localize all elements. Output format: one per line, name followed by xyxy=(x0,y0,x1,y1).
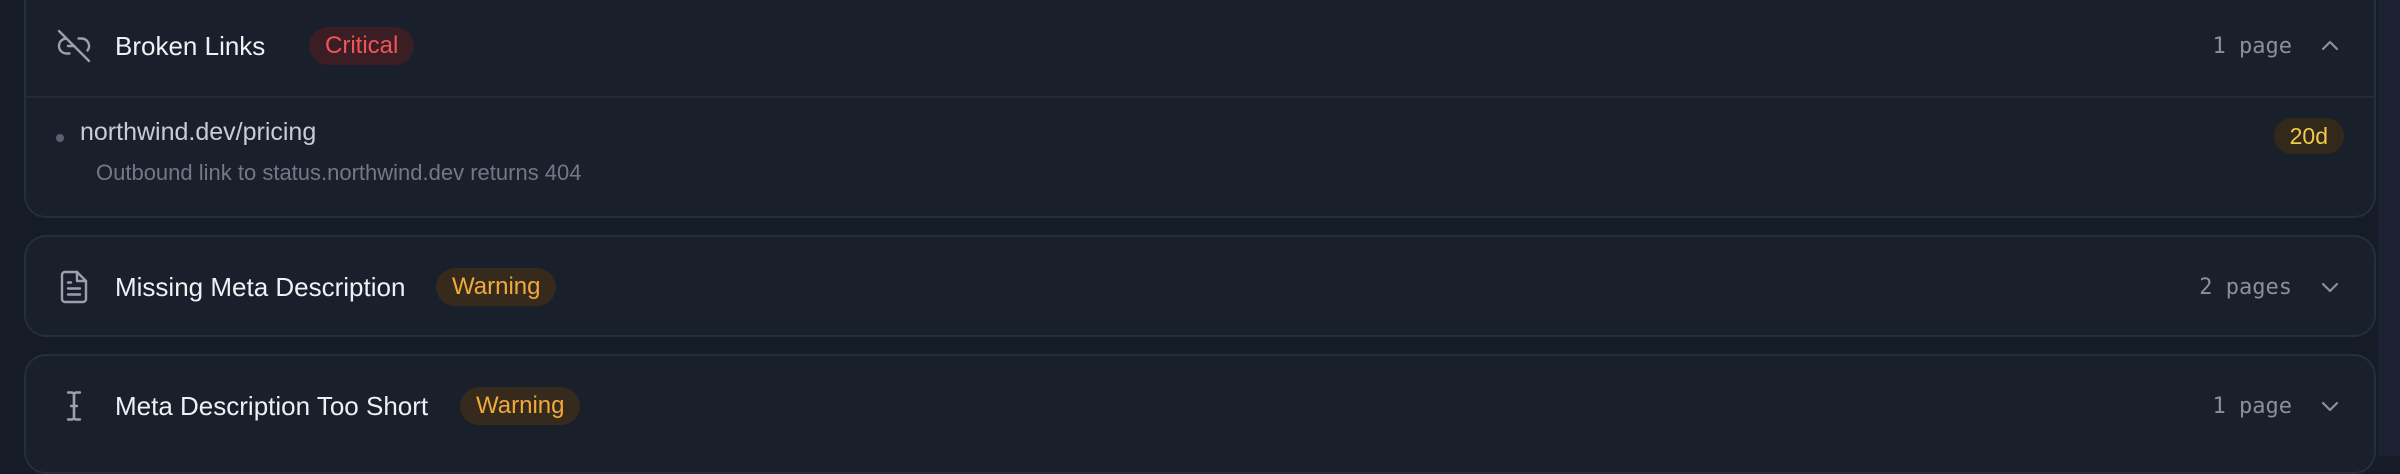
issue-title: Missing Meta Description xyxy=(115,271,406,302)
severity-badge: Warning xyxy=(436,268,557,306)
chevron-up-icon[interactable] xyxy=(2318,34,2342,58)
issue-header[interactable]: Missing Meta Description Warning 2 pages xyxy=(26,237,2374,337)
unlink-icon xyxy=(56,28,92,64)
issue-title: Meta Description Too Short xyxy=(115,390,429,421)
page-count: 1 page xyxy=(2212,33,2292,59)
document-icon xyxy=(56,269,92,305)
severity-badge: Critical xyxy=(309,27,415,65)
issue-card-missing-meta-description: Missing Meta Description Warning 2 pages xyxy=(24,235,2376,337)
issue-header[interactable]: Broken Links Critical 1 page xyxy=(26,0,2374,98)
age-badge: 20d xyxy=(2273,118,2344,154)
severity-badge: Warning xyxy=(460,387,581,425)
bullet-dot xyxy=(56,134,64,142)
issue-title: Broken Links xyxy=(115,30,266,61)
chevron-down-icon[interactable] xyxy=(2318,275,2342,299)
scrollbar-track[interactable] xyxy=(2378,0,2400,456)
page-url[interactable]: northwind.dev/pricing xyxy=(80,118,316,147)
issue-detail: Outbound link to status.northwind.dev re… xyxy=(96,160,582,185)
issue-card-broken-links: Broken Links Critical 1 page northwind.d… xyxy=(24,0,2376,218)
chevron-down-icon[interactable] xyxy=(2318,394,2342,418)
text-cursor-icon xyxy=(56,388,92,424)
affected-page-row[interactable]: northwind.dev/pricing Outbound link to s… xyxy=(26,98,2374,198)
issue-card-meta-description-too-short: Meta Description Too Short Warning 1 pag… xyxy=(24,354,2376,474)
page-count: 1 page xyxy=(2212,393,2292,419)
page-count: 2 pages xyxy=(2199,274,2292,300)
issue-header[interactable]: Meta Description Too Short Warning 1 pag… xyxy=(26,356,2374,456)
